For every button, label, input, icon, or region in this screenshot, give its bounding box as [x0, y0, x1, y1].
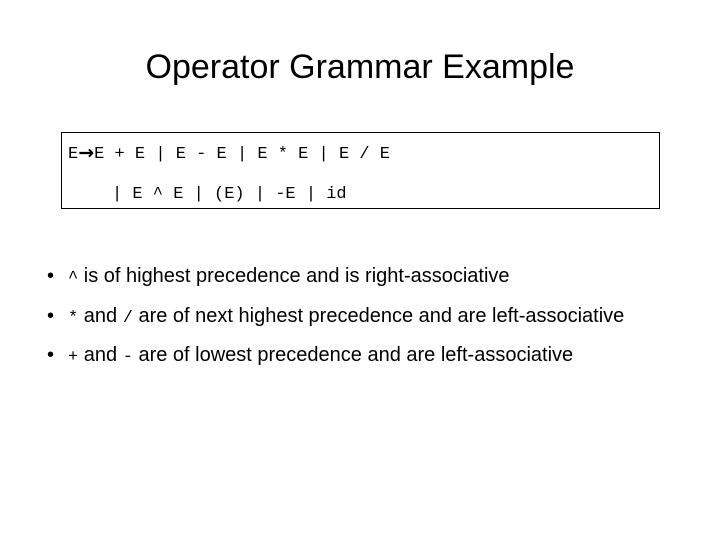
grammar-production-line-2: | E ^ E | (E) | -E | id [112, 185, 347, 204]
list-item: • ^ is of highest precedence and is righ… [40, 258, 686, 298]
production-arrow-icon: → [78, 142, 95, 164]
grammar-box: E→E + E | E - E | E * E | E / E | E ^ E … [61, 132, 660, 209]
bullet-text-2: * and / are of next highest precedence a… [68, 298, 686, 338]
grammar-nonterminal: E [68, 145, 79, 164]
grammar-production-line-1: E→E + E | E - E | E * E | E / E [68, 143, 390, 165]
bullet-text-3: + and - are of lowest precedence and are… [68, 337, 686, 377]
precedence-bullet-list: • ^ is of highest precedence and is righ… [40, 258, 686, 377]
bullet-marker-icon: • [47, 344, 55, 366]
bullet-marker-icon: • [47, 265, 55, 287]
bullet-body-2: are of next highest precedence and are l… [132, 304, 625, 327]
list-item: • + and - are of lowest precedence and a… [40, 337, 686, 377]
grammar-productions-line-1: E + E | E - E | E * E | E / E [94, 145, 390, 164]
operator-plus: + [68, 348, 79, 367]
list-item: • * and / are of next highest precedence… [40, 298, 686, 338]
bullet-body-1: is of highest precedence and is right-as… [78, 265, 510, 287]
page-title: Operator Grammar Example [145, 48, 575, 86]
bullet-conjunction-3: and [78, 344, 123, 366]
bullet-text-1: ^ is of highest precedence and is right-… [68, 258, 686, 298]
bullet-conjunction-2: and [78, 304, 123, 327]
bullet-body-3: are of lowest precedence and are left-as… [132, 344, 574, 366]
bullet-marker-icon: • [47, 304, 55, 327]
operator-caret: ^ [68, 269, 79, 288]
operator-slash: / [122, 308, 133, 328]
operator-asterisk: * [68, 308, 79, 328]
operator-minus: - [122, 348, 133, 367]
